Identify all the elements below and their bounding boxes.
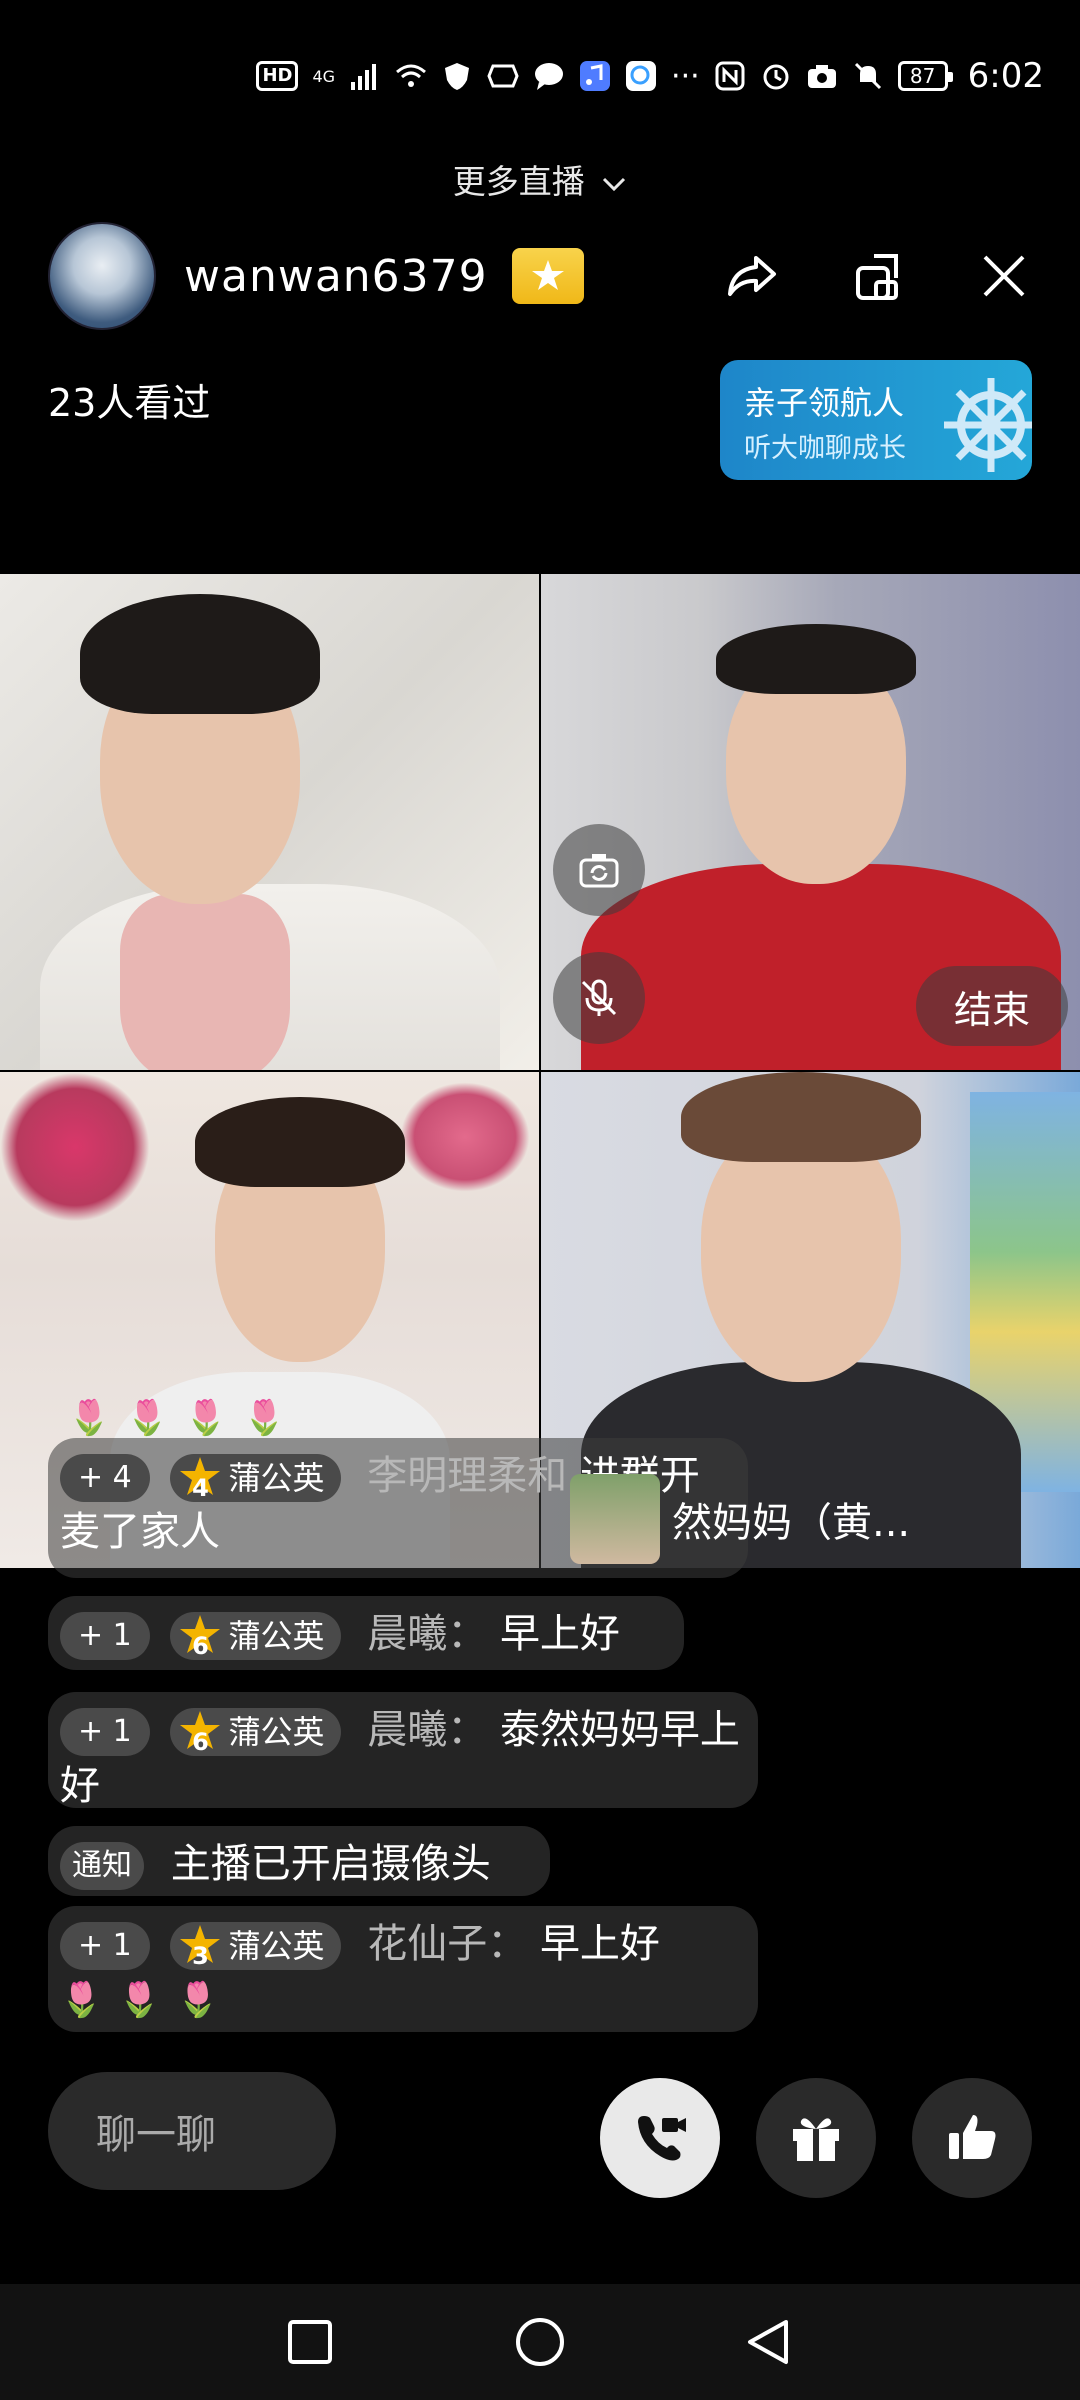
- wifi-icon: [396, 64, 427, 87]
- chat-username[interactable]: 晨曦：: [367, 1707, 487, 1753]
- status-icons: HD 4G ··· 87 6:02: [256, 56, 1044, 96]
- star-level-icon: 6: [176, 1612, 224, 1660]
- home-icon[interactable]: [514, 2318, 566, 2370]
- close-icon: [983, 255, 1025, 297]
- video-tile-host[interactable]: [0, 574, 539, 1070]
- chat-message: + 1 6 蒲公英 晨曦： 泰然妈妈早上好: [48, 1692, 758, 1809]
- chat-text: 主播已开启摄像头: [170, 1841, 491, 1887]
- vip-badge[interactable]: [511, 248, 584, 304]
- mute-bell-icon: [854, 62, 881, 90]
- switch-camera-button[interactable]: [553, 824, 645, 916]
- more-live-dropdown[interactable]: 更多直播: [0, 155, 1080, 203]
- chat-message-notice: 通知 主播已开启摄像头: [48, 1826, 550, 1896]
- video-tile-guest-1[interactable]: 结束: [541, 574, 1080, 1070]
- camera-status-icon: [807, 65, 836, 88]
- person-hair: [80, 594, 320, 714]
- chevron-down-icon: [603, 177, 626, 191]
- picture-in-picture-icon: [856, 254, 898, 300]
- camera-switch-icon: [579, 854, 619, 888]
- star-level-icon: 6: [176, 1708, 224, 1756]
- more-status-icon: ···: [671, 58, 700, 94]
- live-header: wanwan6379: [48, 222, 1050, 330]
- tulip-emoji-row: 🌷🌷🌷: [60, 1980, 236, 2020]
- hand-icon: [487, 64, 519, 88]
- person-hair: [681, 1072, 921, 1162]
- share-icon: [728, 256, 776, 296]
- chat-text: 早上好: [539, 1921, 660, 1967]
- promo-title: 亲子领航人: [744, 384, 905, 422]
- viewer-count: 23人看过: [48, 381, 211, 425]
- chat-username[interactable]: 晨曦：: [367, 1611, 487, 1657]
- tulip-row: 🌷🌷🌷🌷: [68, 1398, 302, 1438]
- guest-name-overlay: 然妈妈（黄...: [570, 1474, 910, 1564]
- ship-wheel-icon: [944, 378, 1032, 472]
- star-level-icon: 4: [176, 1454, 224, 1502]
- mic-off-icon: [581, 979, 617, 1016]
- more-live-label: 更多直播: [452, 162, 585, 201]
- thumbs-up-icon: [949, 2115, 996, 2159]
- chat-input[interactable]: 聊一聊: [48, 2072, 336, 2190]
- notice-badge: 通知: [60, 1842, 144, 1890]
- fan-tag-label: 蒲公英: [228, 1713, 325, 1751]
- gift-button[interactable]: [756, 2078, 876, 2198]
- scarf: [120, 894, 290, 1070]
- promo-banner[interactable]: 亲子领航人 听大咖聊成长: [720, 360, 1032, 480]
- signal-icon: [351, 64, 377, 90]
- chat-app-icon: [626, 61, 657, 91]
- system-nav-bar: [0, 2284, 1080, 2400]
- music-app-icon: [580, 61, 611, 91]
- plus-badge: + 4: [60, 1454, 150, 1502]
- fan-badge: 3 蒲公英: [170, 1922, 341, 1970]
- person-hair: [195, 1097, 405, 1187]
- hd-indicator: HD: [256, 61, 299, 91]
- star-level-icon: 3: [176, 1922, 224, 1970]
- fan-tag-label: 蒲公英: [228, 1927, 325, 1965]
- end-call-button[interactable]: 结束: [916, 966, 1068, 1046]
- network-type: 4G: [312, 66, 336, 86]
- video-call-button[interactable]: [600, 2078, 720, 2198]
- fan-badge: 4 蒲公英: [170, 1454, 341, 1502]
- plus-badge: + 1: [60, 1708, 150, 1756]
- chat-message: + 1 3 蒲公英 花仙子： 早上好 🌷🌷🌷: [48, 1906, 758, 2032]
- host-avatar[interactable]: [48, 222, 156, 330]
- gift-icon: [793, 2118, 839, 2161]
- video-call-icon: [638, 2116, 686, 2161]
- recent-apps-icon[interactable]: [286, 2318, 334, 2366]
- chat-username[interactable]: 李明理柔和: [367, 1453, 567, 1499]
- back-icon[interactable]: [742, 2318, 794, 2370]
- promo-subtitle: 听大咖聊成长: [744, 433, 906, 464]
- clock: 6:02: [967, 56, 1044, 96]
- shield-icon: [445, 63, 470, 90]
- close-button[interactable]: [976, 248, 1032, 304]
- status-bar: HD 4G ··· 87 6:02: [0, 0, 1080, 150]
- chat-text: 早上好: [499, 1611, 620, 1657]
- fan-badge: 6 蒲公英: [170, 1612, 341, 1660]
- header-actions: [724, 248, 1050, 304]
- message-icon: [535, 63, 564, 90]
- fan-tag-label: 蒲公英: [228, 1617, 325, 1655]
- person-hair: [716, 624, 916, 694]
- alarm-icon: [763, 64, 789, 90]
- flower-painting-2: [400, 1082, 530, 1192]
- nfc-icon: [715, 61, 745, 91]
- chat-username[interactable]: 花仙子：: [367, 1921, 527, 1967]
- flower-painting: [0, 1072, 150, 1222]
- fan-tag-label: 蒲公英: [228, 1459, 325, 1497]
- share-button[interactable]: [724, 248, 780, 304]
- guest-avatar: [570, 1474, 660, 1564]
- host-name[interactable]: wanwan6379: [184, 251, 488, 302]
- chat-message: + 1 6 蒲公英 晨曦： 早上好: [48, 1596, 684, 1670]
- guest-name: 然妈妈（黄...: [672, 1500, 911, 1546]
- like-button[interactable]: [912, 2078, 1032, 2198]
- mute-mic-button[interactable]: [553, 952, 645, 1044]
- minimize-window-button[interactable]: [850, 248, 906, 304]
- fan-badge: 6 蒲公英: [170, 1708, 341, 1756]
- plus-badge: + 1: [60, 1922, 150, 1970]
- star-badge-icon: [531, 260, 564, 290]
- battery-indicator: 87: [897, 61, 953, 91]
- plus-badge: + 1: [60, 1612, 150, 1660]
